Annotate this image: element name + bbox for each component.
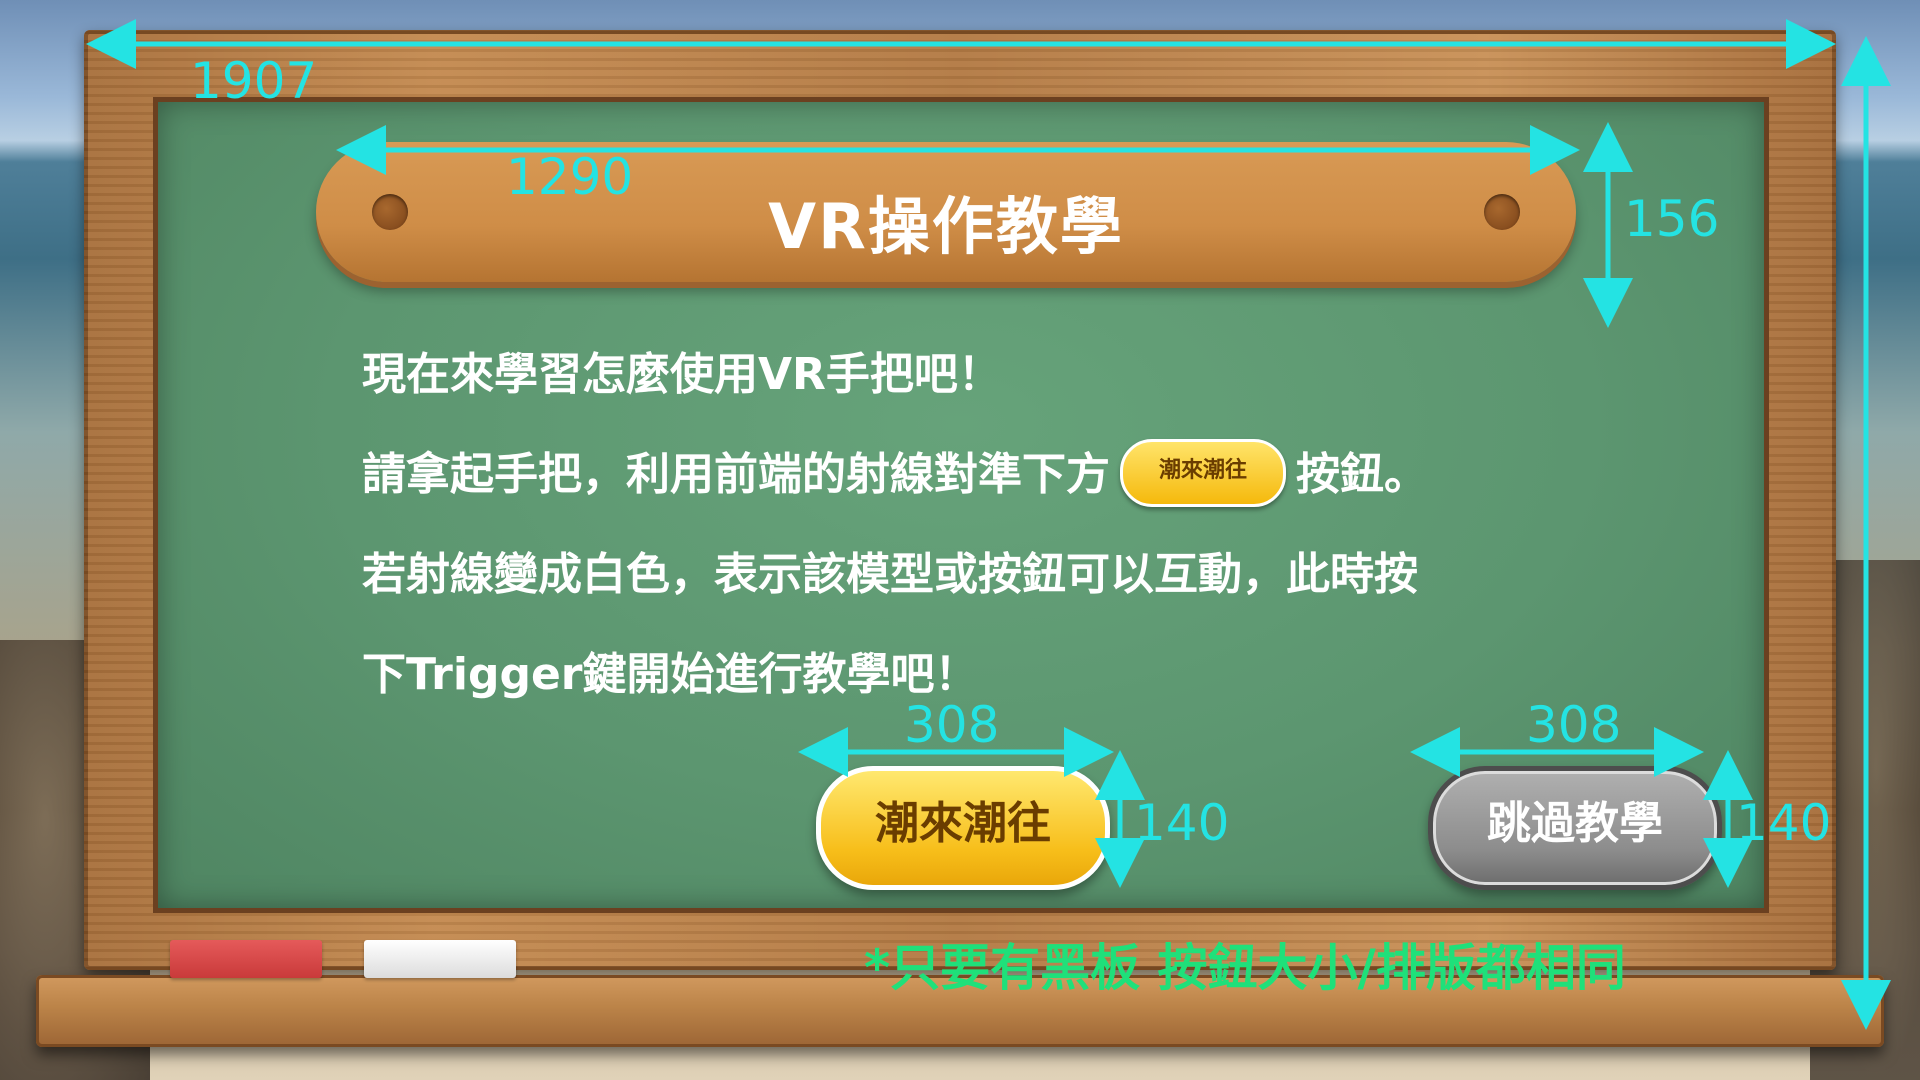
- dim-skip-height: 140: [1736, 794, 1832, 852]
- layout-note: *只要有黑板 按鈕大小/排版都相同: [864, 939, 1626, 997]
- instruction-line-1: 現在來學習怎麼使用VR手把吧！: [362, 349, 1002, 400]
- instruction-line-2-start: 請拿起手把，利用前端的射線對準下方: [362, 449, 1110, 500]
- white-chalk: [364, 940, 516, 978]
- dim-board-width: 1907: [190, 52, 318, 110]
- page-title: VR操作教學: [768, 190, 1124, 263]
- dim-plank-height: 156: [1624, 190, 1720, 248]
- skip-tutorial-button[interactable]: 跳過教學: [1428, 766, 1722, 890]
- instruction-line-3: 若射線變成白色，表示該模型或按鈕可以互動，此時按: [362, 549, 1418, 600]
- dim-skip-width: 308: [1526, 696, 1622, 754]
- instruction-line-4: 下Trigger鍵開始進行教學吧！: [362, 649, 979, 700]
- instruction-line-2: 請拿起手把，利用前端的射線對準下方 潮來潮往 按鈕。: [362, 438, 1428, 511]
- instruction-line-2-end: 按鈕。: [1296, 449, 1428, 500]
- inline-button-example: 潮來潮往: [1120, 439, 1286, 507]
- dim-primary-width: 308: [904, 696, 1000, 754]
- red-chalk: [170, 940, 322, 978]
- start-tutorial-button[interactable]: 潮來潮往: [816, 766, 1110, 890]
- dim-primary-height: 140: [1134, 794, 1230, 852]
- title-plank: VR操作教學: [316, 142, 1576, 282]
- dim-plank-width: 1290: [506, 148, 634, 206]
